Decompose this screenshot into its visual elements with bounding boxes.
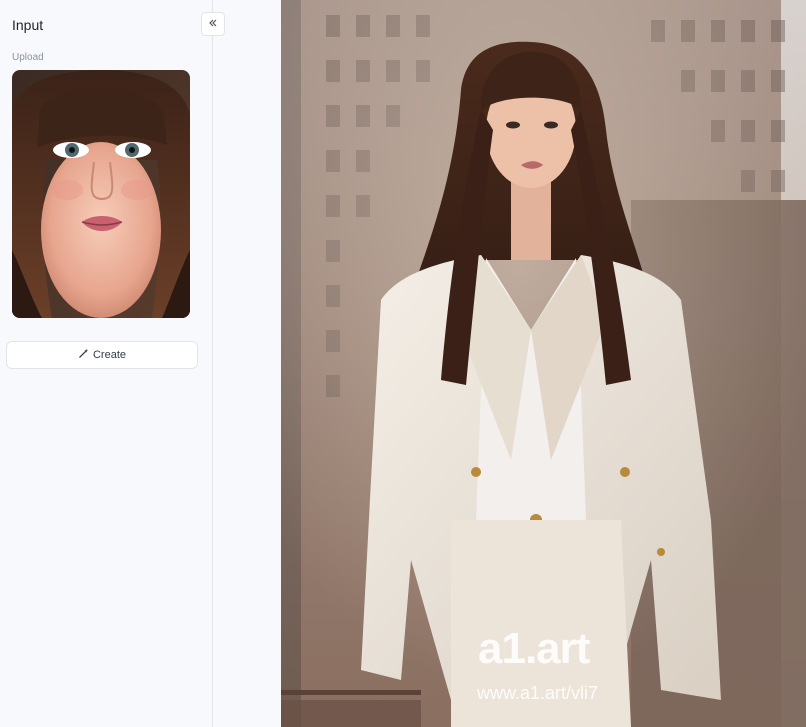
panel-title: Input [12,17,44,33]
watermark-url: www.a1.art/vli7 [477,683,599,703]
uploaded-face-thumbnail[interactable] [12,70,190,318]
input-sidebar: Input Upload Create [0,0,213,727]
collapse-sidebar-button[interactable] [201,12,225,36]
create-button[interactable]: Create [6,341,198,369]
generated-portrait [281,0,806,727]
uploaded-face-image [12,70,190,318]
watermark-brand: a1.art [478,624,590,673]
double-chevron-left-icon [208,15,218,33]
generated-result-image[interactable] [281,0,806,727]
create-button-label: Create [92,349,127,361]
magic-wand-icon [78,348,89,362]
panel-gutter [213,0,281,727]
upload-label: Upload [12,52,44,63]
